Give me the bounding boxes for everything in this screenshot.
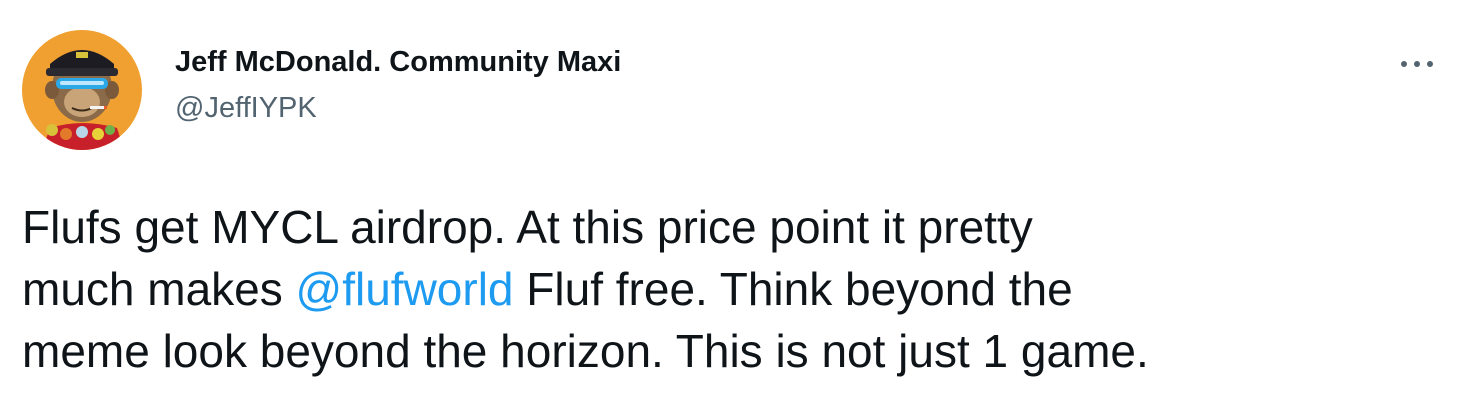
author-display-name[interactable]: Jeff McDonald. Community Maxi [175,44,621,80]
tweet-card: Jeff McDonald. Community Maxi @JeffIYPK … [0,0,1465,420]
mention-link[interactable]: @flufworld [296,263,514,315]
more-horizontal-icon [1401,61,1433,67]
author-block: Jeff McDonald. Community Maxi @JeffIYPK [175,44,621,126]
tweet-text-line-3: meme look beyond the horizon. This is no… [22,325,1149,377]
tweet-text-line-1: Flufs get MYCL airdrop. At this price po… [22,201,1033,253]
tweet-text: Flufs get MYCL airdrop. At this price po… [22,196,1442,382]
tweet-text-segment: Fluf free. Think beyond the [513,263,1073,315]
avatar[interactable] [22,30,142,150]
ape-avatar-image [22,30,142,150]
author-handle[interactable]: @JeffIYPK [175,90,621,126]
tweet-text-line-2: much makes @flufworld Fluf free. Think b… [22,258,1442,320]
more-options-button[interactable] [1395,44,1439,84]
tweet-text-segment: much makes [22,263,296,315]
